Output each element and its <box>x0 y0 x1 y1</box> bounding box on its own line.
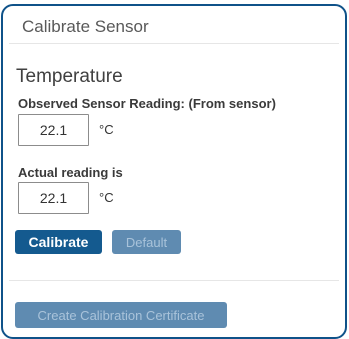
actual-unit-label: °C <box>99 190 114 205</box>
actual-reading-label: Actual reading is <box>18 165 123 180</box>
section-title: Temperature <box>16 66 123 87</box>
calibrate-sensor-panel: Calibrate Sensor Temperature Observed Se… <box>1 4 347 339</box>
observed-reading-label: Observed Sensor Reading: (From sensor) <box>18 96 276 111</box>
title-divider <box>9 43 339 44</box>
create-certificate-button[interactable]: Create Calibration Certificate <box>15 302 227 328</box>
footer-divider <box>9 280 339 281</box>
observed-unit-label: °C <box>99 122 114 137</box>
calibrate-button[interactable]: Calibrate <box>15 230 102 254</box>
default-button[interactable]: Default <box>112 230 181 254</box>
actual-reading-input[interactable] <box>18 182 89 214</box>
panel-title: Calibrate Sensor <box>22 17 149 36</box>
observed-reading-input[interactable] <box>18 114 89 146</box>
